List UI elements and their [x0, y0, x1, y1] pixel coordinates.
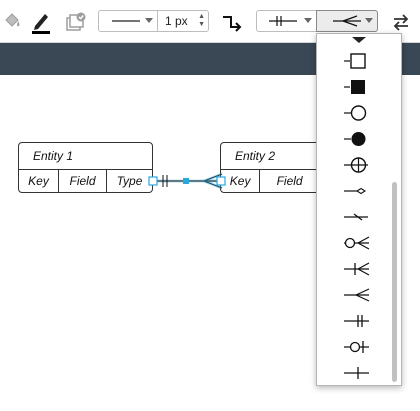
end-arrow-menu: [316, 33, 402, 386]
entity-table[interactable]: Entity 1 Key Field Type: [18, 142, 153, 193]
line-width-value: 1 px: [165, 14, 188, 28]
cross-circle-arrow-icon[interactable]: [331, 153, 381, 177]
er-many-icon[interactable]: [331, 283, 381, 307]
er-zero-to-many-icon[interactable]: [331, 231, 381, 255]
relationship-connector[interactable]: [146, 171, 228, 191]
end-arrow-select[interactable]: [316, 10, 378, 32]
paint-bucket-icon[interactable]: [0, 10, 24, 34]
menu-caret-icon: [352, 37, 366, 43]
er-mandatory-one-icon[interactable]: [331, 309, 381, 333]
chevron-down-icon: [365, 18, 373, 23]
er-one-to-many-icon[interactable]: [331, 257, 381, 281]
menu-scrollbar[interactable]: [392, 182, 397, 382]
chevron-down-icon: [145, 18, 153, 23]
er-zero-to-one-icon[interactable]: [331, 335, 381, 359]
entity-title[interactable]: Entity 1: [19, 143, 152, 170]
connector-end-handle[interactable]: [216, 176, 226, 186]
swap-arrows-icon[interactable]: [388, 10, 414, 34]
er-mandatory-one-icon: [268, 16, 297, 26]
shadow-checkbox-icon[interactable]: [63, 10, 89, 34]
connector-start-handle[interactable]: [148, 176, 158, 186]
oval-filled-arrow-icon[interactable]: [331, 127, 381, 151]
oval-open-arrow-icon[interactable]: [331, 101, 381, 125]
chevron-down-icon: [304, 18, 312, 23]
entity-field[interactable]: Field: [59, 170, 107, 193]
block-filled-arrow-icon[interactable]: [331, 75, 381, 99]
entity-title[interactable]: Entity 2: [221, 143, 319, 170]
entity-table[interactable]: Entity 2 Key Field: [220, 142, 320, 193]
er-many-icon: [333, 15, 361, 27]
orthogonal-connector-icon[interactable]: [220, 10, 244, 34]
line-style-select[interactable]: [98, 10, 158, 32]
diamond-thin-arrow-icon[interactable]: [331, 179, 381, 203]
dash-arrow-icon[interactable]: [331, 205, 381, 229]
block-open-arrow-icon[interactable]: [331, 49, 381, 73]
connector-midpoint-handle[interactable]: [183, 178, 189, 184]
start-arrow-select[interactable]: [256, 10, 317, 32]
pencil-icon[interactable]: [30, 8, 52, 36]
entity-field[interactable]: Key: [19, 170, 59, 193]
stepper-arrows-icon[interactable]: ▲ ▼: [198, 13, 205, 29]
line-width-stepper[interactable]: 1 px ▲ ▼: [157, 10, 209, 32]
entity-field[interactable]: Field: [260, 170, 319, 193]
er-one-icon[interactable]: [331, 361, 381, 385]
solid-line-icon: [112, 20, 140, 22]
